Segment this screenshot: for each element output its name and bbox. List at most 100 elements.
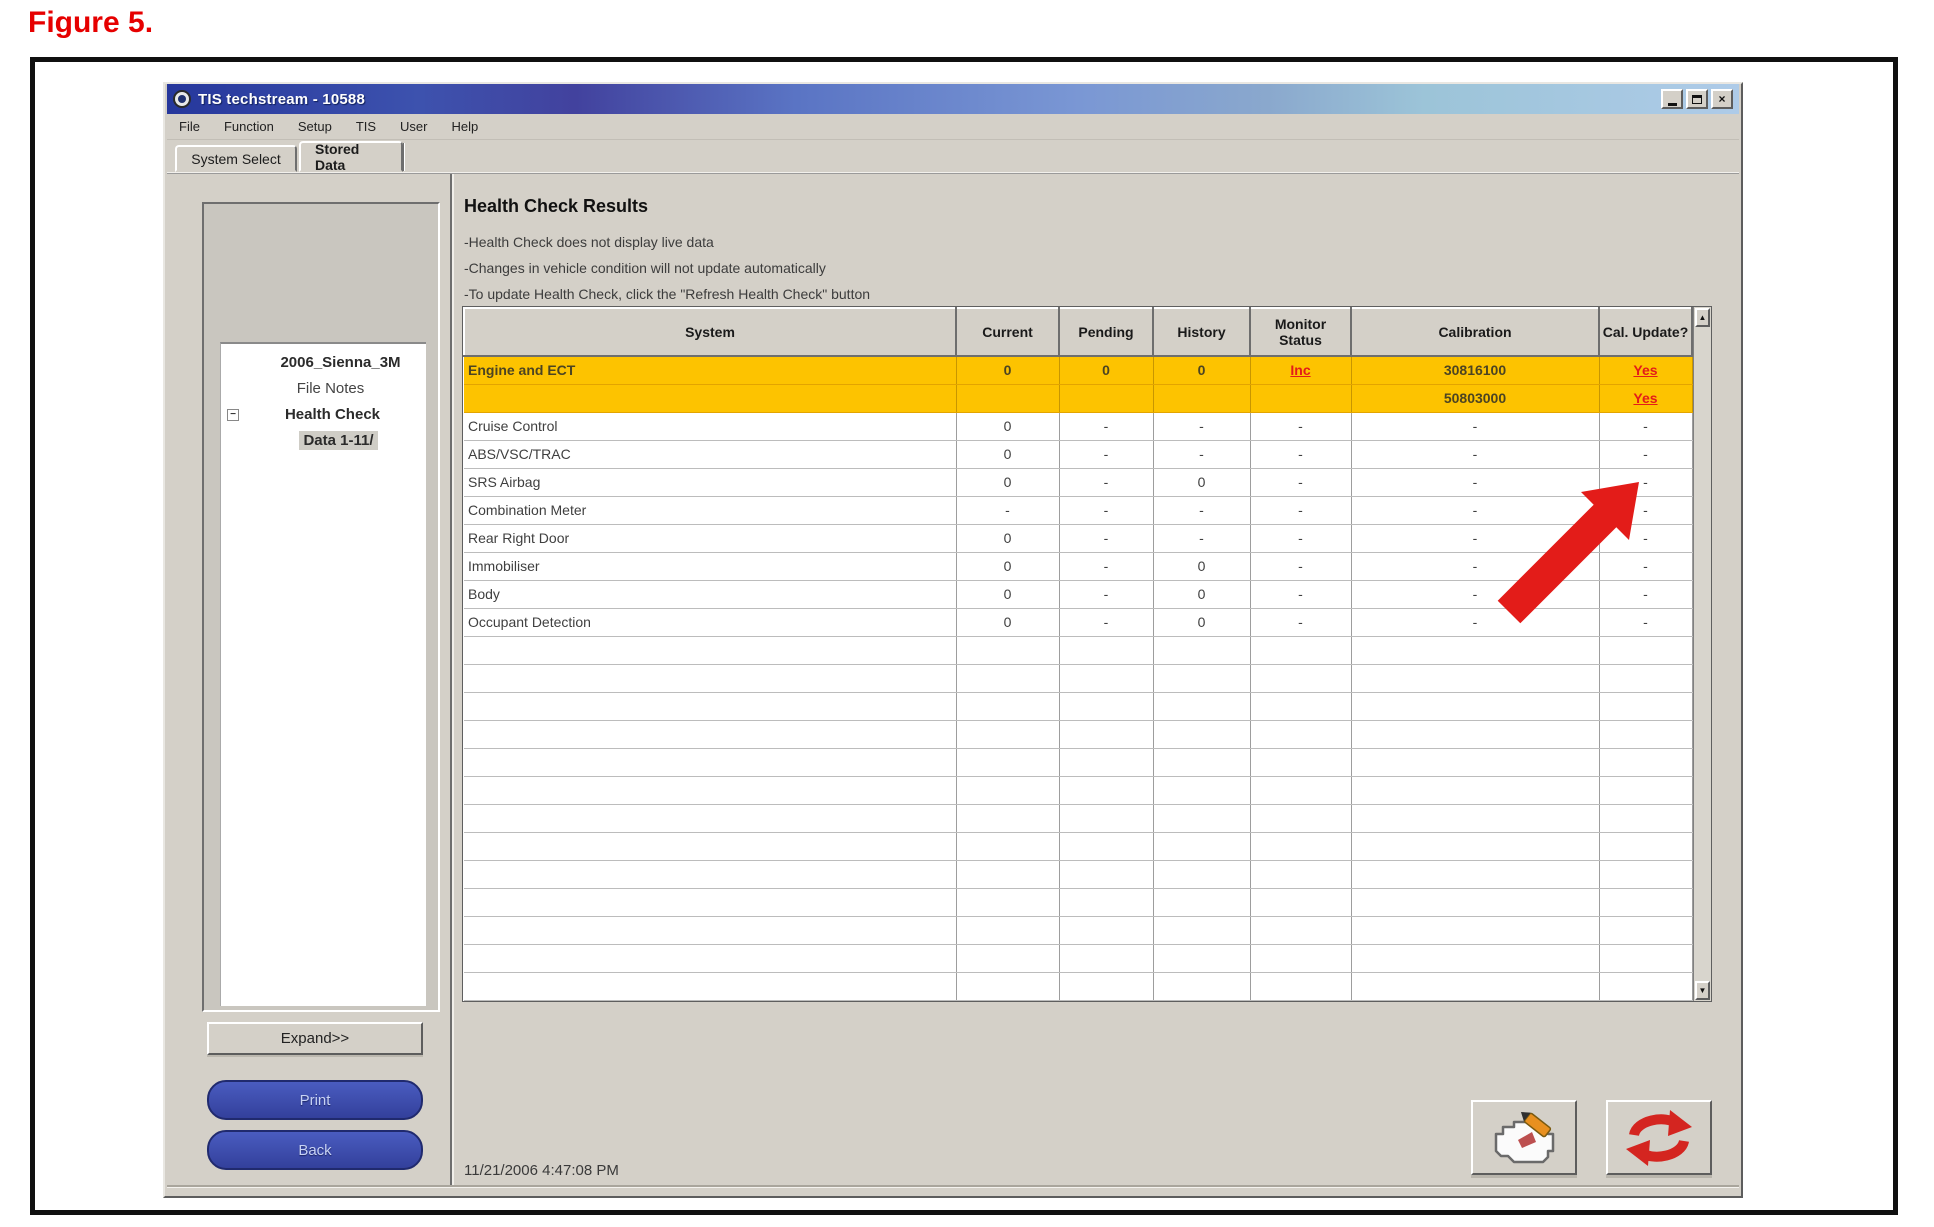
menu-help[interactable]: Help [452,119,479,134]
menu-user[interactable]: User [400,119,427,134]
cell-current [956,832,1059,860]
cell-system: Engine and ECT [464,356,956,384]
cell-monitor [1250,804,1351,832]
cell-cal_update-link[interactable]: Yes [1599,356,1692,384]
cell-current: 0 [956,356,1059,384]
cell-monitor [1250,916,1351,944]
table-row[interactable] [464,692,1692,720]
table-scrollbar[interactable]: ▲ ▼ [1693,307,1711,1001]
cell-monitor: - [1250,524,1351,552]
cell-calibration [1351,748,1599,776]
cell-pending [1059,748,1153,776]
cell-system: Cruise Control [464,412,956,440]
cell-calibration [1351,944,1599,972]
menu-function[interactable]: Function [224,119,274,134]
table-row[interactable] [464,636,1692,664]
screenshot-frame: TIS techstream - 10588 × File Function S… [30,57,1898,1215]
cell-monitor [1250,692,1351,720]
tree-item-health-check[interactable]: − Health Check [239,402,426,428]
note-line: -To update Health Check, click the "Refr… [464,286,870,302]
menu-tis[interactable]: TIS [356,119,376,134]
maximize-button[interactable] [1686,89,1708,109]
cell-pending [1059,916,1153,944]
print-button[interactable]: Print [207,1080,423,1120]
cell-pending [1059,972,1153,1000]
table-row[interactable] [464,972,1692,1000]
scroll-down-icon[interactable]: ▼ [1695,981,1710,1000]
back-button[interactable]: Back [207,1130,423,1170]
cell-system [464,776,956,804]
cell-cal_update [1599,804,1692,832]
table-row[interactable] [464,916,1692,944]
note-line: -Changes in vehicle condition will not u… [464,260,826,276]
table-row[interactable]: Cruise Control0----- [464,412,1692,440]
tree-item-vehicle-file[interactable]: 2006_Sienna_3M [255,350,426,376]
tab-system-select[interactable]: System Select [175,145,297,172]
cell-calibration [1351,636,1599,664]
table-row[interactable] [464,720,1692,748]
cell-cal_update-link[interactable]: Yes [1599,384,1692,412]
close-button[interactable]: × [1711,89,1733,109]
cell-cal_update [1599,944,1692,972]
refresh-health-check-button[interactable] [1606,1100,1712,1175]
cell-cal_update [1599,888,1692,916]
tree-item-data-selected[interactable]: Data 1-11/ [251,428,426,454]
menu-setup[interactable]: Setup [298,119,332,134]
table-row[interactable] [464,888,1692,916]
table-row[interactable] [464,860,1692,888]
cell-cal_update [1599,692,1692,720]
menu-file[interactable]: File [179,119,200,134]
tab-stored-data[interactable]: Stored Data [299,141,403,172]
cell-current: 0 [956,468,1059,496]
cell-current [956,916,1059,944]
table-row[interactable] [464,944,1692,972]
table-row[interactable] [464,776,1692,804]
cell-monitor [1250,748,1351,776]
main-panel: Health Check Results -Health Check does … [450,174,1739,1194]
cell-monitor [1250,944,1351,972]
tree-item-file-notes[interactable]: File Notes [235,376,426,402]
table-row[interactable]: Engine and ECT000Inc30816100Yes [464,356,1692,384]
health-check-table: System Current Pending History Monitor S… [462,306,1712,1002]
col-header-history: History [1153,308,1250,356]
cell-pending: - [1059,552,1153,580]
content-area: 2006_Sienna_3M File Notes − Health Check… [167,174,1739,1194]
cell-history [1153,804,1250,832]
cell-calibration [1351,720,1599,748]
title-bar: TIS techstream - 10588 × [167,84,1739,114]
cell-pending [1059,804,1153,832]
scroll-up-icon[interactable]: ▲ [1695,308,1710,327]
cell-system [464,748,956,776]
table-row[interactable]: 50803000Yes [464,384,1692,412]
cell-monitor [1250,860,1351,888]
cell-monitor-link[interactable]: Inc [1250,356,1351,384]
cell-history [1153,860,1250,888]
cell-system [464,860,956,888]
table-row[interactable] [464,664,1692,692]
cell-system [464,636,956,664]
tree-collapse-icon[interactable]: − [227,409,239,421]
customize-health-check-button[interactable] [1471,1100,1577,1175]
cell-monitor [1250,972,1351,1000]
table-row[interactable] [464,832,1692,860]
callout-arrow-icon [1489,462,1649,632]
cell-history [1153,944,1250,972]
cell-history [1153,720,1250,748]
file-tree-panel: 2006_Sienna_3M File Notes − Health Check… [202,202,440,1012]
cell-pending [1059,944,1153,972]
cell-current [956,944,1059,972]
cell-pending: - [1059,468,1153,496]
expand-button[interactable]: Expand>> [207,1022,423,1055]
cell-current: 0 [956,412,1059,440]
tab-bar: System Select Stored Data [167,140,1739,174]
table-row[interactable] [464,748,1692,776]
minimize-button[interactable] [1661,89,1683,109]
cell-current: 0 [956,552,1059,580]
cell-cal_update [1599,748,1692,776]
cell-calibration [1351,972,1599,1000]
table-row[interactable] [464,804,1692,832]
refresh-icon [1622,1108,1696,1168]
cell-history [1153,748,1250,776]
cell-calibration [1351,916,1599,944]
cell-history: 0 [1153,356,1250,384]
